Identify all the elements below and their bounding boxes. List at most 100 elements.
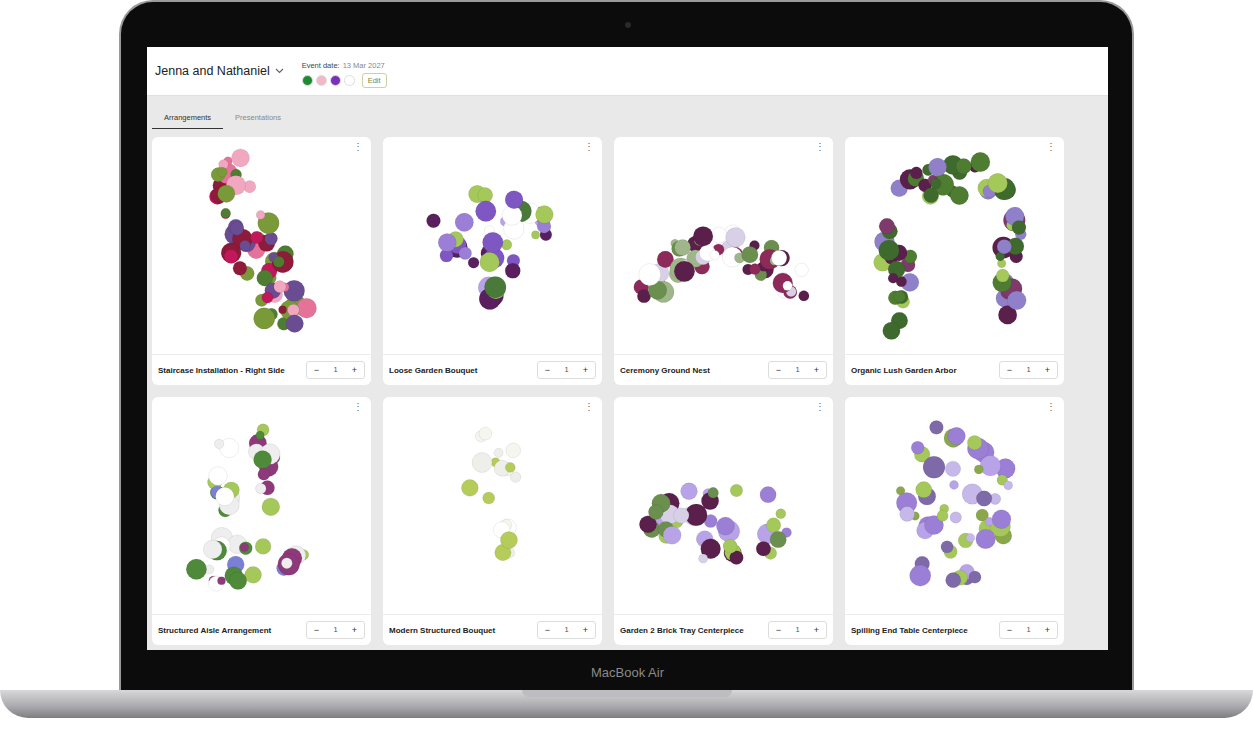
flower <box>911 441 924 454</box>
flower <box>936 510 947 521</box>
edit-button[interactable]: Edit <box>362 73 387 88</box>
arrangement-card[interactable]: ⋮Garden 2 Brick Tray Centerpiece−1+ <box>614 397 833 645</box>
flower <box>239 541 252 554</box>
flower <box>882 322 899 339</box>
increase-button[interactable]: + <box>576 362 595 378</box>
arrangement-image-area[interactable]: ⋮ <box>845 397 1064 614</box>
increase-button[interactable]: + <box>345 362 364 378</box>
arrangement-image <box>162 406 362 606</box>
increase-button[interactable]: + <box>345 622 364 638</box>
arrangement-image-area[interactable]: ⋮ <box>383 397 602 614</box>
arrangement-image-area[interactable]: ⋮ <box>614 137 833 354</box>
increase-button[interactable]: + <box>576 622 595 638</box>
chevron-down-icon[interactable] <box>275 68 284 74</box>
flower <box>255 430 263 438</box>
flower <box>673 507 689 523</box>
client-selector[interactable]: Jenna and Nathaniel <box>155 64 284 78</box>
increase-button[interactable]: + <box>807 622 826 638</box>
color-swatch <box>316 75 327 86</box>
arrangement-card[interactable]: ⋮Modern Structured Bouquet−1+ <box>383 397 602 645</box>
arrangement-image-area[interactable]: ⋮ <box>845 137 1064 354</box>
decrease-button[interactable]: − <box>538 362 557 378</box>
arrangement-image-area[interactable]: ⋮ <box>152 397 371 614</box>
quantity-value[interactable]: 1 <box>326 622 345 638</box>
quantity-value[interactable]: 1 <box>557 622 576 638</box>
flower <box>261 291 272 302</box>
event-info: Event date:13 Mar 2027Edit <box>302 55 387 88</box>
flower <box>224 249 238 263</box>
quantity-value[interactable]: 1 <box>788 622 807 638</box>
color-swatch <box>302 75 313 86</box>
flower <box>794 263 807 276</box>
quantity-value[interactable]: 1 <box>1019 622 1038 638</box>
card-menu-button[interactable]: ⋮ <box>815 401 825 412</box>
quantity-stepper: −1+ <box>768 361 827 379</box>
card-menu-button[interactable]: ⋮ <box>1046 401 1056 412</box>
arrangement-image-area[interactable]: ⋮ <box>152 137 371 354</box>
quantity-value[interactable]: 1 <box>1019 362 1038 378</box>
arrangement-card[interactable]: ⋮Staircase Installation - Right Side−1+ <box>152 137 371 385</box>
flower <box>1011 220 1025 234</box>
camera-icon <box>625 22 631 28</box>
flower <box>771 250 786 265</box>
arrangement-image-area[interactable]: ⋮ <box>614 397 833 614</box>
flower <box>531 230 539 238</box>
flower <box>997 239 1011 253</box>
card-footer: Structured Aisle Arrangement−1+ <box>152 614 371 645</box>
decrease-button[interactable]: − <box>538 622 557 638</box>
flower <box>975 529 995 549</box>
quantity-value[interactable]: 1 <box>326 362 345 378</box>
quantity-value[interactable]: 1 <box>557 362 576 378</box>
flower <box>929 420 943 434</box>
card-menu-button[interactable]: ⋮ <box>353 141 363 152</box>
flower <box>674 239 690 255</box>
arrangement-card[interactable]: ⋮ Ceremony Ground Nest −1+ <box>614 137 833 385</box>
card-menu-button[interactable]: ⋮ <box>815 141 825 152</box>
increase-button[interactable]: + <box>1038 362 1057 378</box>
arrangement-card[interactable]: ⋮ Organic Lush Garden Arbor−1+ <box>845 137 1064 385</box>
arrangement-card[interactable]: ⋮Spilling End Table Centerpiece−1+ <box>845 397 1064 645</box>
arrangement-card[interactable]: ⋮ Loose Garden Bouquet−1+ <box>383 137 602 385</box>
flower <box>484 276 505 297</box>
flower <box>239 240 250 251</box>
flower <box>968 570 980 582</box>
increase-button[interactable]: + <box>1038 622 1057 638</box>
flower <box>910 166 922 178</box>
arrangement-name: Ceremony Ground Nest <box>620 366 710 375</box>
flower <box>716 516 734 534</box>
screen: Jenna and Nathaniel Event date:13 Mar 202… <box>147 47 1108 650</box>
card-menu-button[interactable]: ⋮ <box>584 401 594 412</box>
tab[interactable]: Presentations <box>223 113 293 129</box>
flower <box>221 242 241 262</box>
decrease-button[interactable]: − <box>307 622 326 638</box>
decrease-button[interactable]: − <box>769 622 788 638</box>
card-menu-button[interactable]: ⋮ <box>1046 141 1056 152</box>
arrangement-image-area[interactable]: ⋮ <box>383 137 602 354</box>
arrangement-card[interactable]: ⋮ Structured Aisle Arrangement−1+ <box>152 397 371 645</box>
client-name[interactable]: Jenna and Nathaniel <box>155 64 270 78</box>
decrease-button[interactable]: − <box>1000 362 1019 378</box>
card-footer: Organic Lush Garden Arbor−1+ <box>845 354 1064 385</box>
flower <box>674 261 695 282</box>
color-swatch <box>344 75 355 86</box>
tab[interactable]: Arrangements <box>152 113 223 129</box>
increase-button[interactable]: + <box>807 362 826 378</box>
flower <box>438 233 456 251</box>
flower <box>923 456 945 478</box>
quantity-value[interactable]: 1 <box>788 362 807 378</box>
flower <box>468 257 479 268</box>
card-menu-button[interactable]: ⋮ <box>584 141 594 152</box>
device-label: MacBook Air <box>147 650 1108 690</box>
flower <box>909 565 930 586</box>
flower <box>992 509 1011 528</box>
flower <box>947 427 965 445</box>
arrangement-image <box>393 146 593 346</box>
card-footer: Loose Garden Bouquet−1+ <box>383 354 602 385</box>
card-menu-button[interactable]: ⋮ <box>353 401 363 412</box>
flower <box>229 571 247 589</box>
flower <box>203 540 222 559</box>
decrease-button[interactable]: − <box>769 362 788 378</box>
decrease-button[interactable]: − <box>307 362 326 378</box>
decrease-button[interactable]: − <box>1000 622 1019 638</box>
flower <box>482 491 494 503</box>
